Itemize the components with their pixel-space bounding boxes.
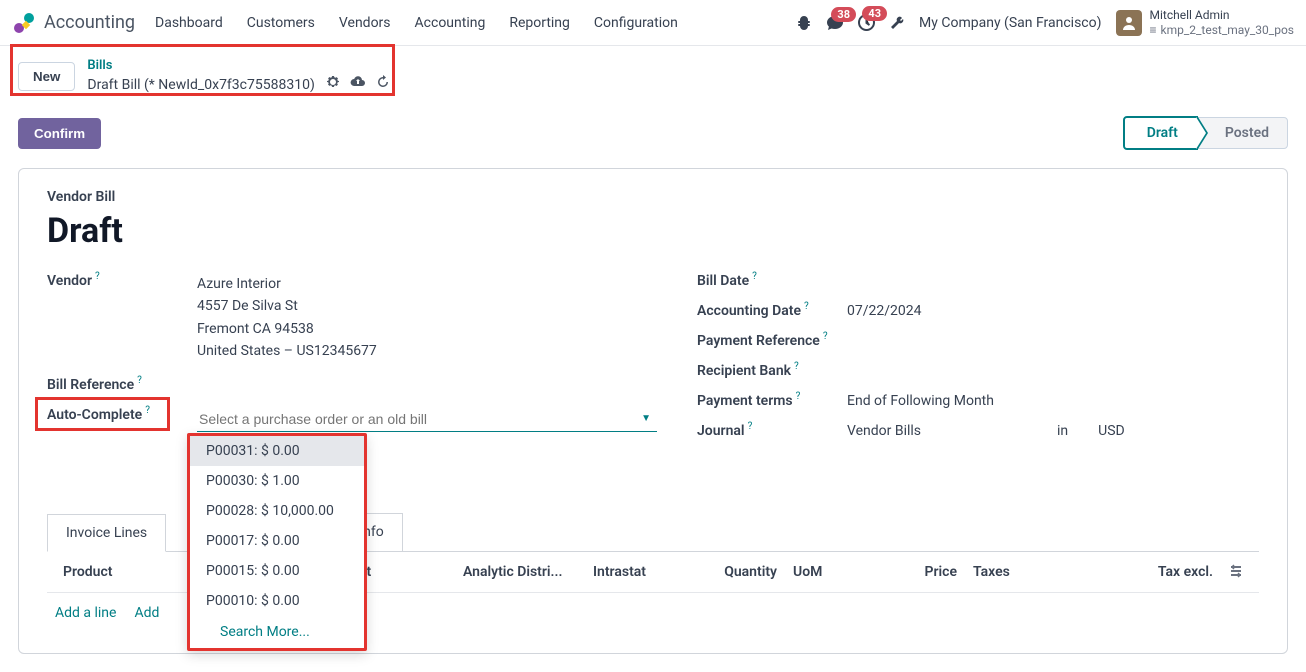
dropdown-item[interactable]: P00015: $ 0.00	[190, 556, 364, 586]
dropdown-item[interactable]: P00030: $ 1.00	[190, 466, 364, 496]
top-nav: Accounting Dashboard Customers Vendors A…	[0, 0, 1306, 46]
col-product: Product	[55, 564, 175, 580]
dropdown-search-more[interactable]: Search More...	[190, 616, 364, 648]
help-icon[interactable]: ?	[748, 421, 753, 432]
dropdown-item[interactable]: P00031: $ 0.00	[190, 436, 364, 466]
user-name: Mitchell Admin	[1150, 8, 1295, 22]
autocomplete-dropdown: P00031: $ 0.00 P00030: $ 1.00 P00028: $ …	[187, 433, 367, 651]
help-icon[interactable]: ?	[796, 391, 801, 402]
form-right-column: Bill Date? Accounting Date? 07/22/2024 P…	[697, 273, 1259, 453]
messages-icon[interactable]: 38	[826, 15, 844, 31]
recip-bank-label: Recipient Bank	[697, 363, 791, 379]
tab-invoice-lines[interactable]: Invoice Lines	[47, 514, 166, 552]
menu-customers[interactable]: Customers	[247, 15, 315, 31]
app-name[interactable]: Accounting	[44, 12, 135, 33]
col-uom: UoM	[785, 564, 865, 580]
add-line-link[interactable]: Add a line	[55, 605, 116, 621]
status-posted[interactable]: Posted	[1198, 117, 1288, 149]
autocomplete-row: Auto-Complete? ▼ P00031: $ 0.00 P00030: …	[47, 407, 657, 432]
help-icon[interactable]: ?	[804, 301, 809, 312]
col-price: Price	[865, 564, 965, 580]
control-panel: New Bills Draft Bill (* NewId_0x7f3c7558…	[0, 46, 1306, 106]
help-icon[interactable]: ?	[823, 331, 828, 342]
col-quantity: Quantity	[685, 564, 785, 580]
action-bar: Confirm Draft Posted	[0, 106, 1306, 168]
help-icon[interactable]: ?	[95, 271, 100, 282]
bug-icon[interactable]	[796, 15, 812, 31]
messages-badge: 38	[831, 7, 856, 22]
user-db: kmp_2_test_may_30_pos	[1161, 23, 1294, 37]
col-tax-excl: Tax excl.	[1045, 564, 1221, 580]
caret-down-icon[interactable]: ▼	[641, 413, 651, 424]
confirm-button[interactable]: Confirm	[18, 118, 101, 149]
bill-date-label: Bill Date	[697, 273, 749, 289]
dropdown-item[interactable]: P00017: $ 0.00	[190, 526, 364, 556]
gear-icon[interactable]	[326, 75, 340, 89]
autocomplete-label: Auto-Complete	[47, 407, 142, 423]
add-section-link[interactable]: Add	[134, 605, 159, 621]
breadcrumb-current: Draft Bill (* NewId_0x7f3c75588310)	[87, 77, 314, 93]
doc-type-label: Vendor Bill	[47, 189, 1259, 205]
avatar	[1116, 10, 1142, 36]
database-icon: ≡	[1150, 23, 1157, 37]
status-bar: Draft Posted	[1123, 116, 1288, 150]
doc-state: Draft	[47, 211, 1259, 251]
pay-ref-label: Payment Reference	[697, 333, 820, 349]
dropdown-item[interactable]: P00028: $ 10,000.00	[190, 496, 364, 526]
help-icon[interactable]: ?	[752, 271, 757, 282]
activities-badge: 43	[862, 6, 887, 21]
user-menu[interactable]: Mitchell Admin ≡ kmp_2_test_may_30_pos	[1116, 8, 1295, 37]
nav-right: 38 43 My Company (San Francisco) Mitchel…	[796, 8, 1294, 37]
col-intrastat: Intrastat	[585, 564, 685, 580]
company-selector[interactable]: My Company (San Francisco)	[919, 15, 1101, 31]
form-left-column: Vendor? Azure Interior 4557 De Silva St …	[47, 273, 657, 453]
menu-configuration[interactable]: Configuration	[594, 15, 678, 31]
new-button[interactable]: New	[18, 62, 75, 91]
col-analytic: Analytic Distri...	[455, 564, 585, 580]
app-logo	[12, 11, 36, 35]
pay-terms-value[interactable]: End of Following Month	[847, 393, 1259, 409]
dropdown-item[interactable]: P00010: $ 0.00	[190, 586, 364, 616]
tools-icon[interactable]	[889, 15, 905, 31]
col-taxes: Taxes	[965, 564, 1045, 580]
acc-date-value[interactable]: 07/22/2024	[847, 303, 1259, 319]
columns-settings-icon[interactable]	[1221, 564, 1251, 580]
autocomplete-input[interactable]	[197, 407, 657, 432]
journal-value[interactable]: Vendor Bills	[847, 423, 1027, 439]
menu-vendors[interactable]: Vendors	[339, 15, 391, 31]
main-menu: Dashboard Customers Vendors Accounting R…	[155, 15, 678, 31]
cloud-save-icon[interactable]	[350, 75, 366, 89]
breadcrumb-parent[interactable]: Bills	[87, 58, 390, 75]
pay-terms-label: Payment terms	[697, 393, 793, 409]
vendor-value[interactable]: Azure Interior 4557 De Silva St Fremont …	[197, 273, 657, 363]
vendor-label: Vendor	[47, 273, 92, 289]
menu-reporting[interactable]: Reporting	[509, 15, 570, 31]
journal-in: in	[1057, 423, 1068, 439]
help-icon[interactable]: ?	[145, 405, 150, 416]
activities-icon[interactable]: 43	[858, 14, 875, 31]
help-icon[interactable]: ?	[137, 375, 142, 386]
bill-ref-label: Bill Reference	[47, 377, 134, 393]
acc-date-label: Accounting Date	[697, 303, 801, 319]
menu-dashboard[interactable]: Dashboard	[155, 15, 223, 31]
form-sheet: Vendor Bill Draft Vendor? Azure Interior…	[18, 168, 1288, 654]
journal-label: Journal	[697, 423, 745, 439]
breadcrumb: Bills Draft Bill (* NewId_0x7f3c75588310…	[87, 58, 390, 94]
menu-accounting[interactable]: Accounting	[415, 15, 486, 31]
status-draft[interactable]: Draft	[1123, 116, 1198, 150]
journal-currency[interactable]: USD	[1098, 423, 1125, 439]
discard-icon[interactable]	[376, 75, 390, 89]
help-icon[interactable]: ?	[794, 361, 799, 372]
